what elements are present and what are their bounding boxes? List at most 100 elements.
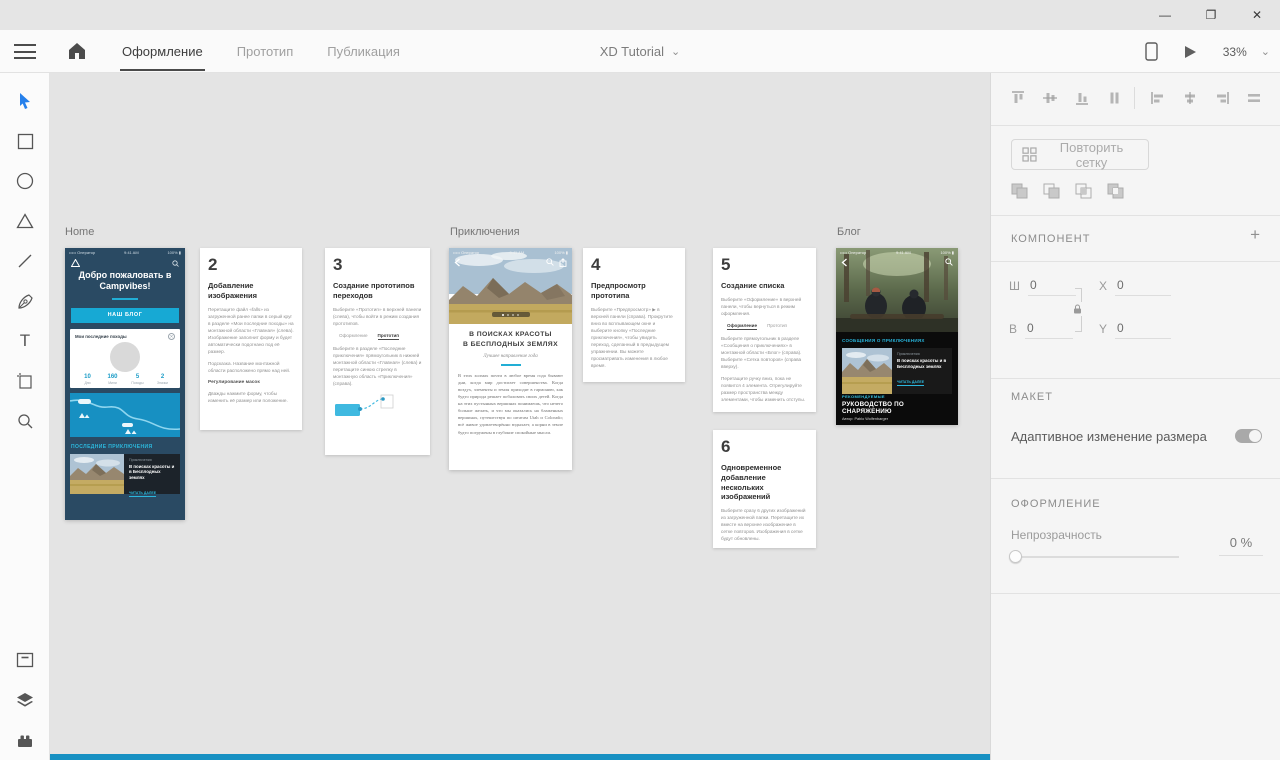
artboard-home[interactable]: ••••• Оператор 9:41 AM 100% ▮ Добро пожа… xyxy=(65,248,185,520)
assets-panel-icon[interactable] xyxy=(13,648,37,672)
height-field[interactable]: 0 xyxy=(1025,321,1073,339)
tab-design[interactable]: Оформление xyxy=(120,30,205,73)
home-icon[interactable] xyxy=(66,41,88,61)
search-icon[interactable] xyxy=(546,258,554,267)
post-title: В поисках красоты и в Бесплодных землях xyxy=(129,464,176,482)
mock-mode-tabs: Оформление Прототип xyxy=(333,333,422,340)
artboard-blog[interactable]: ••••• Оператор 9:41 AM 100% ▮ РЕКОМЕНДУЕ… xyxy=(836,248,958,425)
tab-prototype[interactable]: Прототип xyxy=(235,30,296,73)
document-title-menu[interactable]: XD Tutorial ⌄ xyxy=(600,30,681,73)
article-body: В этих холмах почти в любое время года б… xyxy=(458,372,563,436)
search-icon[interactable] xyxy=(945,258,953,267)
adventure-post-card[interactable]: Приключения В поисках красоты и в Беспло… xyxy=(70,454,180,494)
clock-label: 9:41 AM xyxy=(510,250,525,255)
text-tool-icon[interactable]: T xyxy=(13,329,37,353)
back-icon[interactable] xyxy=(454,258,461,267)
tutorial-card-4[interactable]: 4 Предпросмотр прототипа Выберите «Предп… xyxy=(583,248,685,382)
card-number: 5 xyxy=(721,255,808,275)
battery-label: 100% xyxy=(940,250,950,255)
adventure-posts-header: СООБЩЕНИЯ О ПРИКЛЮЧЕНИЯХ xyxy=(842,338,952,343)
carrier-label: Оператор xyxy=(848,250,866,255)
window-minimize-button[interactable]: — xyxy=(1142,0,1188,30)
play-preview-icon[interactable] xyxy=(1184,45,1197,59)
read-more-link[interactable]: ЧИТАТЬ ДАЛЕЕ xyxy=(897,380,924,386)
back-icon[interactable] xyxy=(841,258,848,267)
x-field[interactable]: 0 xyxy=(1115,278,1171,296)
artboard-label-home[interactable]: Home xyxy=(65,226,94,238)
device-preview-icon[interactable] xyxy=(1145,42,1158,61)
opacity-slider[interactable] xyxy=(1011,556,1179,558)
artboard-tool-icon[interactable] xyxy=(13,369,37,393)
card-body: Перетащите ручку вниз, пока не появится … xyxy=(721,375,808,403)
image-placeholder-circle[interactable] xyxy=(110,342,140,372)
plugins-panel-icon[interactable] xyxy=(13,728,37,752)
stat-label: Дни xyxy=(75,381,100,385)
add-component-icon[interactable]: + xyxy=(1250,225,1260,245)
card-body: Выберите «Предпросмотр» ▶ в верхней пане… xyxy=(591,306,677,369)
carrier-label: Оператор xyxy=(77,250,95,255)
select-tool-icon[interactable] xyxy=(13,89,37,113)
window-close-button[interactable]: ✕ xyxy=(1234,0,1280,30)
chevron-down-icon: ⌄ xyxy=(1261,45,1270,58)
tutorial-card-3[interactable]: 3 Создание прототипов переходов Выберите… xyxy=(325,248,430,455)
adventure-post-card[interactable]: Приключения В поисках красоты и в Беспло… xyxy=(842,348,952,394)
align-bottom-button[interactable] xyxy=(1069,85,1095,111)
polygon-tool-icon[interactable] xyxy=(13,209,37,233)
distribute-horizontal-button[interactable] xyxy=(1241,85,1267,111)
responsive-resize-toggle[interactable] xyxy=(1235,429,1262,443)
read-more-link[interactable]: ЧИТАТЬ ДАЛЕЕ xyxy=(129,491,156,497)
card-number: 6 xyxy=(721,437,808,457)
map-card[interactable] xyxy=(70,393,180,437)
ellipse-tool-icon[interactable] xyxy=(13,169,37,193)
card-tip: Подсказка. Название монтажной области ра… xyxy=(208,360,294,374)
width-field[interactable]: 0 xyxy=(1028,278,1076,296)
y-field[interactable]: 0 xyxy=(1115,321,1171,339)
boolean-union-button[interactable] xyxy=(1007,178,1033,204)
tutorial-card-6[interactable]: 6 Одновременное добавление нескольких из… xyxy=(713,430,816,548)
tab-share[interactable]: Публикация xyxy=(325,30,402,73)
battery-icon: ▮ xyxy=(179,250,181,255)
boolean-exclude-button[interactable] xyxy=(1103,178,1129,204)
hamburger-menu-icon[interactable] xyxy=(14,44,36,59)
opacity-value-field[interactable]: 0 % xyxy=(1219,535,1263,556)
share-icon[interactable] xyxy=(559,258,567,267)
align-top-button[interactable] xyxy=(1005,85,1031,111)
tutorial-card-5[interactable]: 5 Создание списка Выберите «Оформление» … xyxy=(713,248,816,412)
line-tool-icon[interactable] xyxy=(13,249,37,273)
align-left-button[interactable] xyxy=(1145,85,1171,111)
zoom-tool-icon[interactable] xyxy=(13,409,37,433)
partial-artboard-bottom[interactable] xyxy=(50,754,990,760)
component-section-label: КОМПОНЕНТ xyxy=(1011,233,1090,245)
status-bar: ••••• Оператор 9:41 AM 100% ▮ xyxy=(449,248,572,257)
dismiss-icon[interactable]: ✕ xyxy=(168,333,175,340)
rectangle-tool-icon[interactable] xyxy=(13,129,37,153)
artboard-label-blog[interactable]: Блог xyxy=(837,226,861,238)
layers-panel-icon[interactable] xyxy=(13,688,37,712)
align-center-horizontal-button[interactable] xyxy=(1177,85,1203,111)
photo-carousel-dots[interactable] xyxy=(492,312,530,317)
zoom-level-control[interactable]: 33% ⌄ xyxy=(1223,45,1270,59)
appearance-section-label: ОФОРМЛЕНИЕ xyxy=(1011,498,1101,510)
signal-dots-icon: ••••• xyxy=(840,250,847,255)
distribute-vertical-button[interactable] xyxy=(1101,85,1127,111)
window-titlebar: — ❐ ✕ xyxy=(0,0,1280,30)
lock-aspect-icon[interactable] xyxy=(1073,302,1082,316)
our-blog-button[interactable]: НАШ БЛОГ xyxy=(71,308,179,323)
repeat-grid-button[interactable]: Повторить сетку xyxy=(1011,139,1149,170)
x-label: X xyxy=(1099,279,1107,296)
design-canvas[interactable]: Home Приключения Блог ••••• Оператор 9:4… xyxy=(50,73,990,760)
artboard-adventures[interactable]: ••••• Оператор 9:41 AM 100% ▮ В ПОИСКАХ … xyxy=(449,248,572,470)
boolean-subtract-button[interactable] xyxy=(1039,178,1065,204)
align-right-button[interactable] xyxy=(1209,85,1235,111)
opacity-slider-knob[interactable] xyxy=(1009,550,1022,563)
window-restore-button[interactable]: ❐ xyxy=(1188,0,1234,30)
artboard-label-adventures[interactable]: Приключения xyxy=(450,226,520,238)
tutorial-card-2[interactable]: 2 Добавление изображения Перетащите файл… xyxy=(200,248,302,430)
status-bar: ••••• Оператор 9:41 AM 100% ▮ xyxy=(836,248,958,257)
align-middle-vertical-button[interactable] xyxy=(1037,85,1063,111)
heading-divider xyxy=(112,298,138,300)
recent-trips-card[interactable]: Мои последние походы ✕ 10Дни 160Мили 5По… xyxy=(70,329,180,388)
pen-tool-icon[interactable] xyxy=(13,289,37,313)
boolean-intersect-button[interactable] xyxy=(1071,178,1097,204)
document-title: XD Tutorial xyxy=(600,44,664,59)
